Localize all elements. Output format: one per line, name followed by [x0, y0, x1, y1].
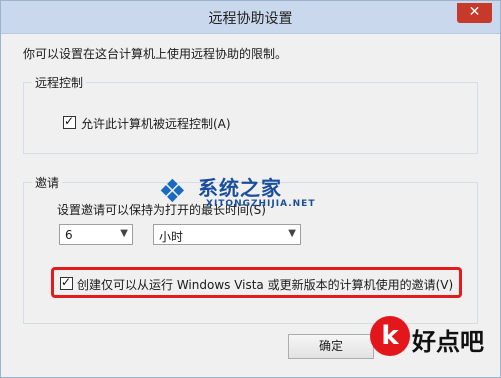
- title-bar[interactable]: 远程协助设置 ✕: [1, 1, 500, 34]
- remote-control-group-title: 远程控制: [32, 74, 87, 91]
- vista-only-invitation-checkbox[interactable]: [60, 275, 73, 290]
- unit-value: 小时: [159, 230, 184, 244]
- unit-dropdown[interactable]: 小时 ▼: [153, 224, 301, 245]
- chevron-down-icon: ▼: [288, 228, 296, 239]
- allow-remote-control-label[interactable]: 允许此计算机被远程控制(A): [81, 115, 231, 132]
- vista-only-invitation-label[interactable]: 创建仅可以从运行 Windows Vista 或更新版本的计算机使用的邀请(V): [77, 276, 453, 293]
- description-text: 你可以设置在这台计算机上使用远程协助的限制。: [23, 47, 288, 61]
- invitation-group-title: 邀请: [32, 174, 63, 191]
- ok-button[interactable]: 确定: [288, 334, 374, 359]
- close-button[interactable]: ✕: [457, 3, 492, 23]
- duration-dropdown[interactable]: 6 ▼: [59, 224, 133, 245]
- window-title: 远程协助设置: [208, 11, 293, 27]
- site-watermark-brand: 系统之家: [198, 176, 282, 200]
- corner-watermark: k 好点吧: [366, 314, 501, 378]
- remote-control-group: 远程控制 允许此计算机被远程控制(A): [23, 74, 478, 154]
- corner-watermark-name: 好点吧: [412, 328, 484, 356]
- corner-logo-icon: k: [370, 316, 410, 356]
- allow-remote-control-checkbox[interactable]: [63, 114, 76, 129]
- duration-value: 6: [65, 228, 73, 242]
- site-watermark: ❖ 系统之家 XITONGZHIJIA.NET: [158, 172, 378, 212]
- site-watermark-url: XITONGZHIJIA.NET: [206, 199, 316, 209]
- chevron-down-icon: ▼: [120, 228, 128, 239]
